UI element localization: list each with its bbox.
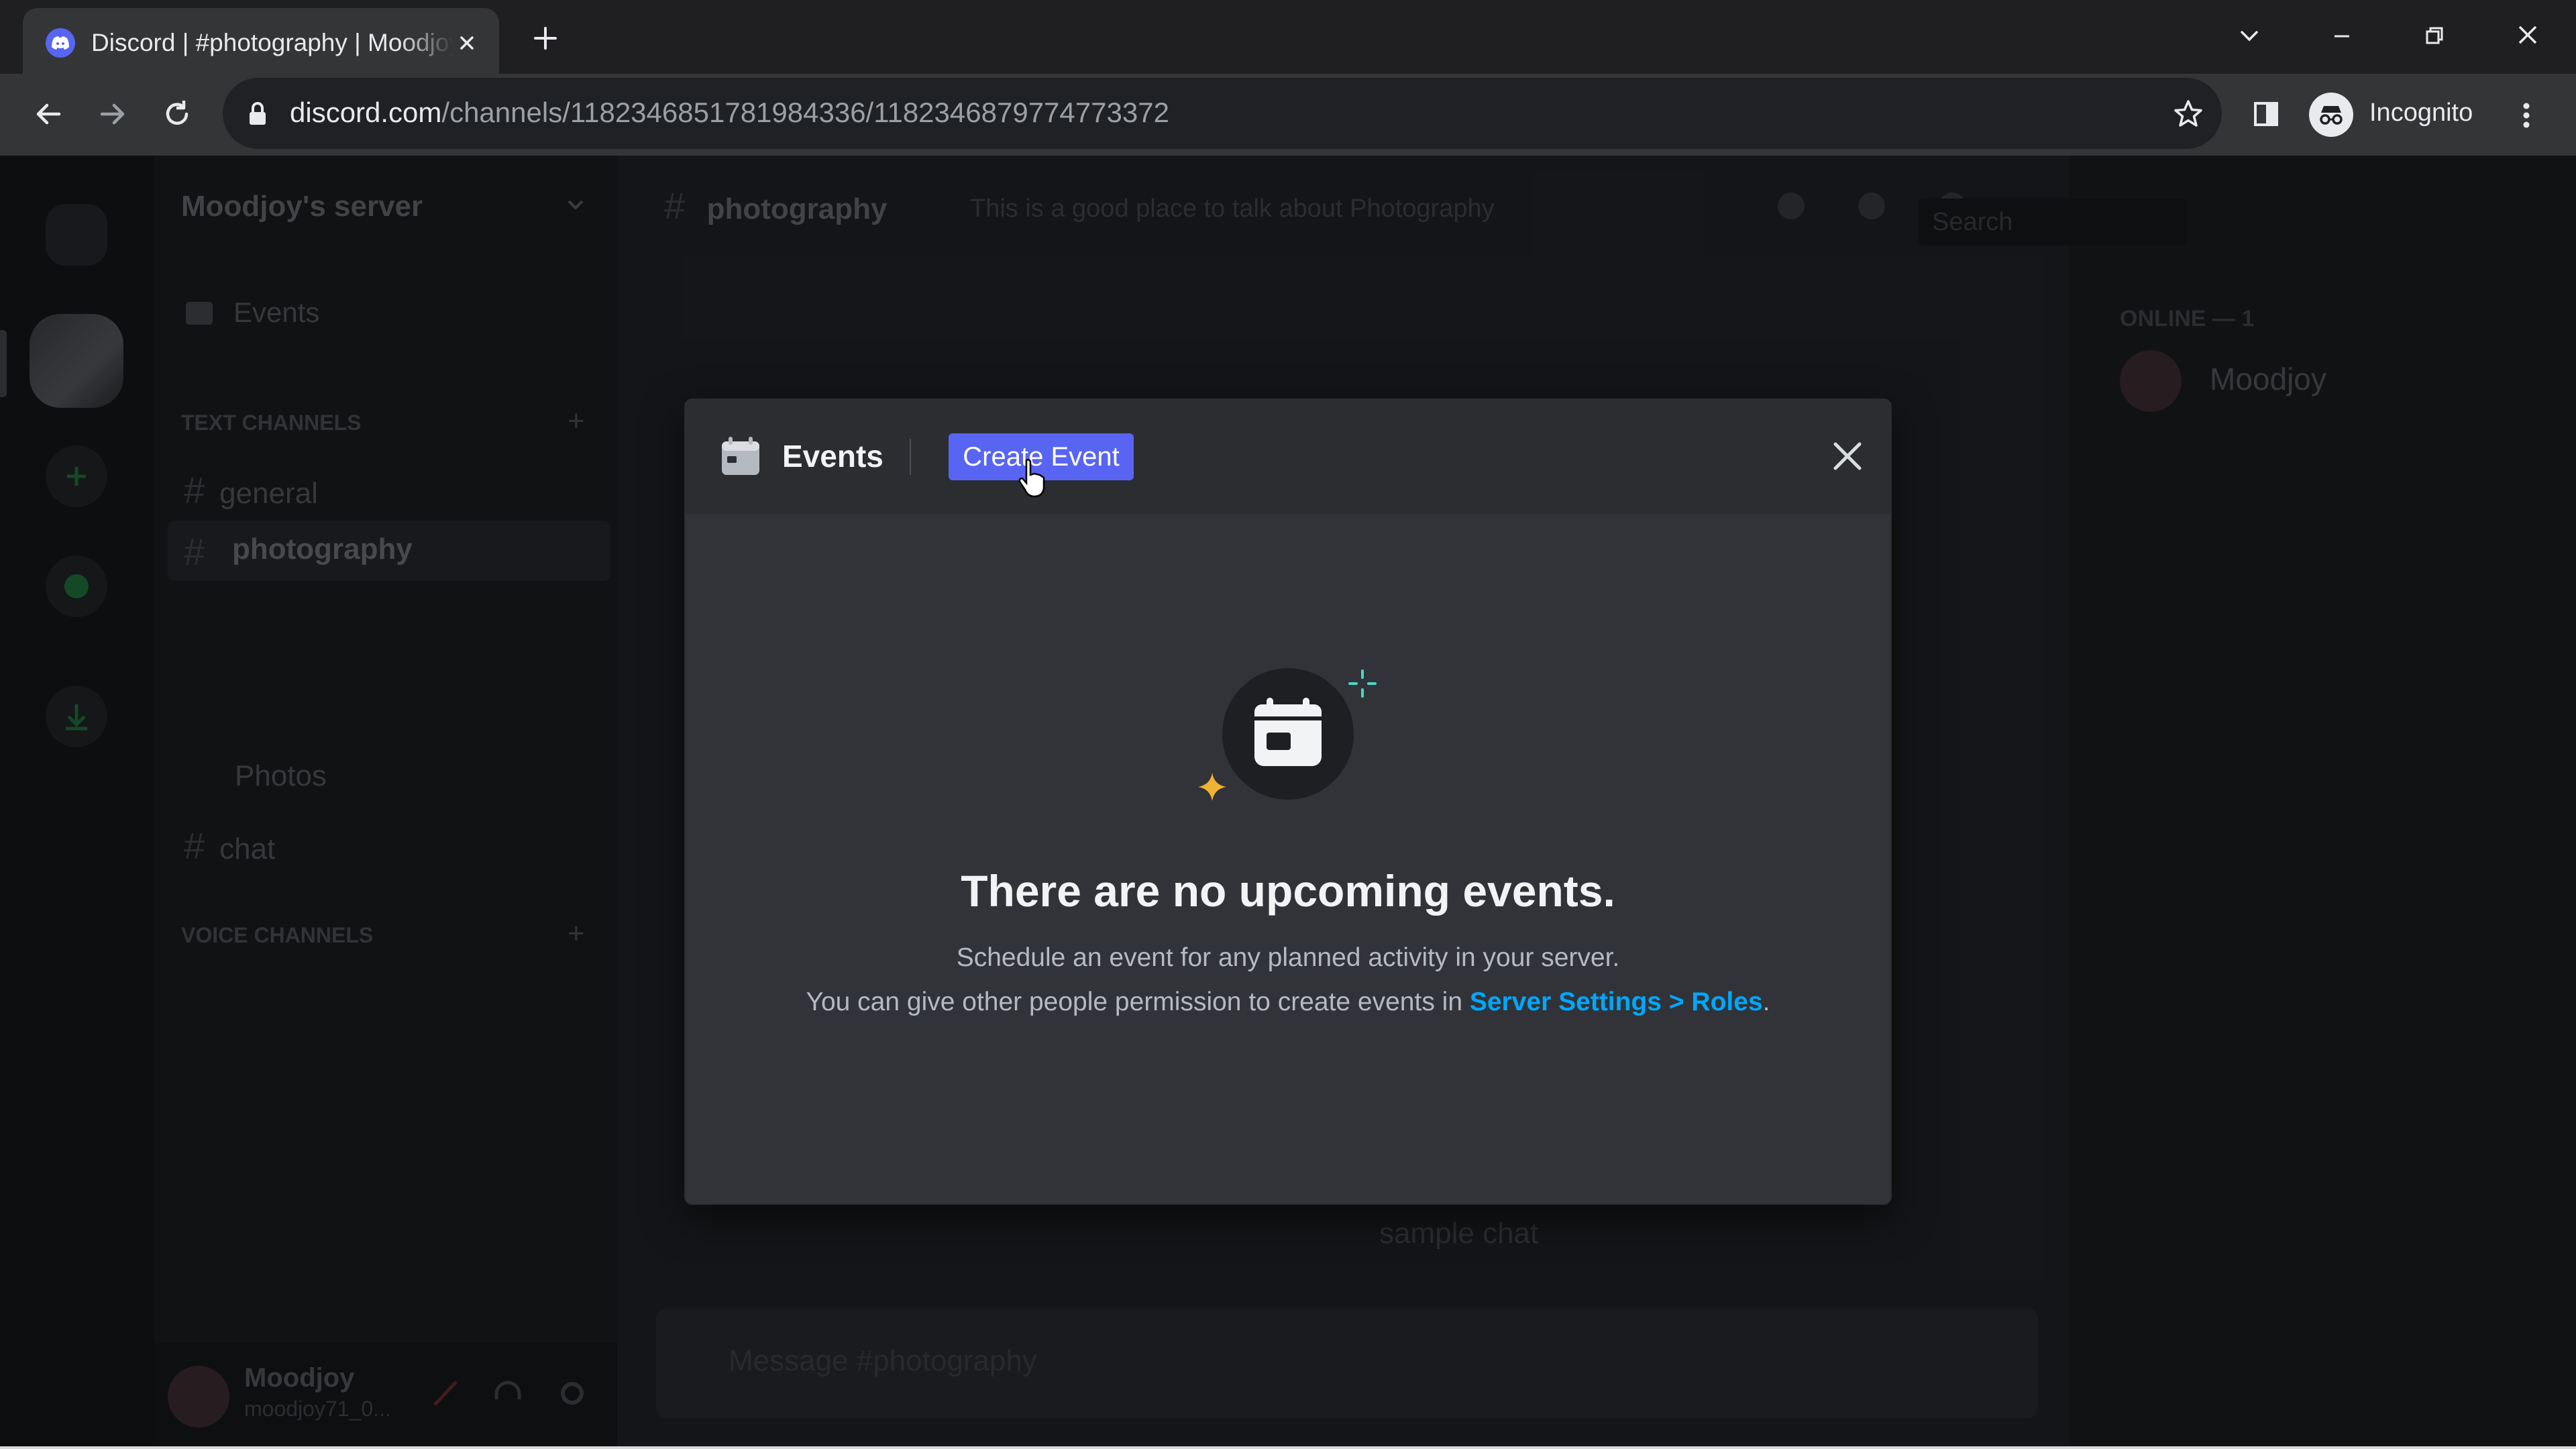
sparkle-teal-icon	[1347, 668, 1378, 699]
url-host: discord.com	[290, 97, 442, 128]
empty-state-calendar-icon	[1222, 668, 1354, 800]
lock-icon[interactable]	[244, 99, 271, 129]
plus-icon	[534, 27, 557, 50]
window-restore-icon[interactable]	[2418, 19, 2451, 52]
permission-note-text: You can give other people permission to …	[806, 987, 1470, 1016]
back-arrow-icon[interactable]	[30, 95, 67, 133]
incognito-icon[interactable]	[2309, 93, 2353, 137]
empty-state-description: Schedule an event for any planned activi…	[956, 943, 1620, 972]
browser-tab[interactable]: Discord | #photography | Moodjoy's serve…	[23, 8, 499, 74]
tab-title: Discord | #photography | Moodjoy's serve…	[91, 29, 453, 56]
incognito-label[interactable]: Incognito	[2369, 97, 2473, 129]
header-divider	[910, 439, 911, 475]
screen-bottom-edge	[0, 1446, 2576, 1449]
forward-arrow-icon[interactable]	[94, 95, 131, 133]
window-minimize-icon[interactable]	[2325, 19, 2359, 52]
window-close-icon[interactable]	[2509, 16, 2546, 54]
new-tab-button[interactable]	[529, 21, 562, 55]
sparkle-yellow-icon	[1195, 770, 1229, 804]
discord-favicon-icon	[46, 28, 75, 58]
empty-state-permission-note: You can give other people permission to …	[686, 985, 1890, 1020]
mouse-cursor-icon	[1017, 458, 1051, 500]
tab-search-chevron-icon[interactable]	[2233, 19, 2266, 52]
server-settings-roles-link[interactable]: Server Settings > Roles	[1470, 987, 1763, 1016]
modal-title: Events	[782, 439, 883, 474]
calendar-icon	[719, 435, 762, 478]
close-icon[interactable]	[1826, 435, 1869, 478]
url-text[interactable]: discord.com/channels/1182346851781984336…	[290, 94, 1169, 131]
bookmark-star-icon[interactable]	[2169, 95, 2207, 133]
events-modal: Events Create Event There are no upcomin…	[686, 400, 1890, 1203]
empty-state-title: There are no upcoming events.	[961, 866, 1615, 916]
tab-close-icon[interactable]	[455, 31, 479, 55]
modal-header: Events Create Event	[686, 400, 1890, 514]
url-path: /channels/1182346851781984336/1182346879…	[441, 97, 1169, 128]
permission-note-suffix: .	[1762, 987, 1770, 1016]
reload-icon[interactable]	[158, 95, 196, 133]
browser-menu-icon[interactable]	[2513, 97, 2540, 134]
side-panel-icon[interactable]	[2247, 95, 2285, 133]
